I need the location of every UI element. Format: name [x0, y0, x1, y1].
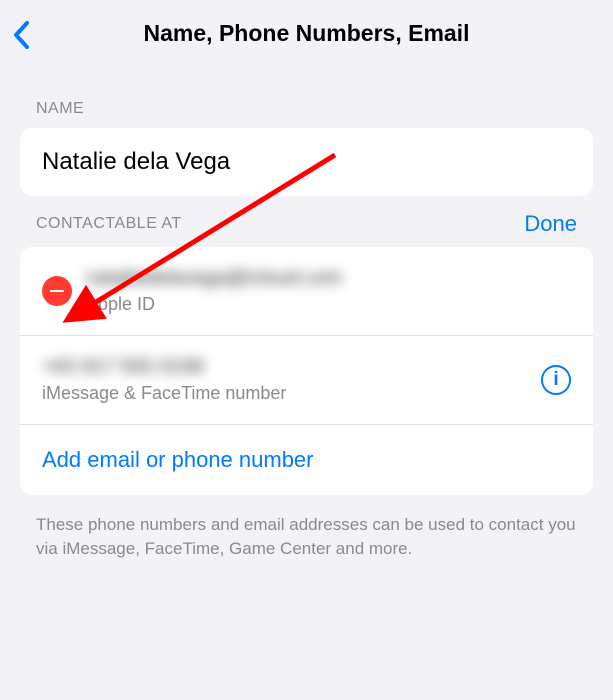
- contact-content: +63 917 555 0199 iMessage & FaceTime num…: [42, 356, 531, 404]
- contact-item-phone[interactable]: +63 917 555 0199 iMessage & FaceTime num…: [20, 336, 593, 425]
- blurred-phone: +63 917 555 0199: [42, 356, 531, 379]
- name-card: Natalie dela Vega: [20, 128, 593, 196]
- add-email-phone-button[interactable]: Add email or phone number: [20, 425, 593, 495]
- header: Name, Phone Numbers, Email: [0, 0, 613, 72]
- delete-button[interactable]: [42, 276, 72, 306]
- contactable-section-header: CONTACTABLE AT Done: [0, 196, 613, 247]
- back-button[interactable]: [12, 20, 32, 55]
- minus-icon: [50, 290, 64, 293]
- blurred-email: nataliedelavega@icloud.com: [86, 267, 571, 290]
- info-button[interactable]: i: [541, 365, 571, 395]
- contact-sub-label: iMessage & FaceTime number: [42, 383, 531, 404]
- info-icon: i: [553, 369, 558, 391]
- contact-sub-label: Apple ID: [86, 294, 571, 315]
- name-value[interactable]: Natalie dela Vega: [20, 128, 593, 196]
- contact-item-apple-id[interactable]: nataliedelavega@icloud.com Apple ID: [20, 247, 593, 336]
- done-button[interactable]: Done: [524, 211, 577, 237]
- contactable-section-label: CONTACTABLE AT: [36, 215, 182, 233]
- chevron-left-icon: [12, 20, 32, 50]
- name-section-label: NAME: [0, 72, 613, 128]
- contact-content: nataliedelavega@icloud.com Apple ID: [86, 267, 571, 315]
- page-title: Name, Phone Numbers, Email: [144, 20, 470, 47]
- footer-text: These phone numbers and email addresses …: [0, 495, 613, 579]
- contactable-card: nataliedelavega@icloud.com Apple ID +63 …: [20, 247, 593, 495]
